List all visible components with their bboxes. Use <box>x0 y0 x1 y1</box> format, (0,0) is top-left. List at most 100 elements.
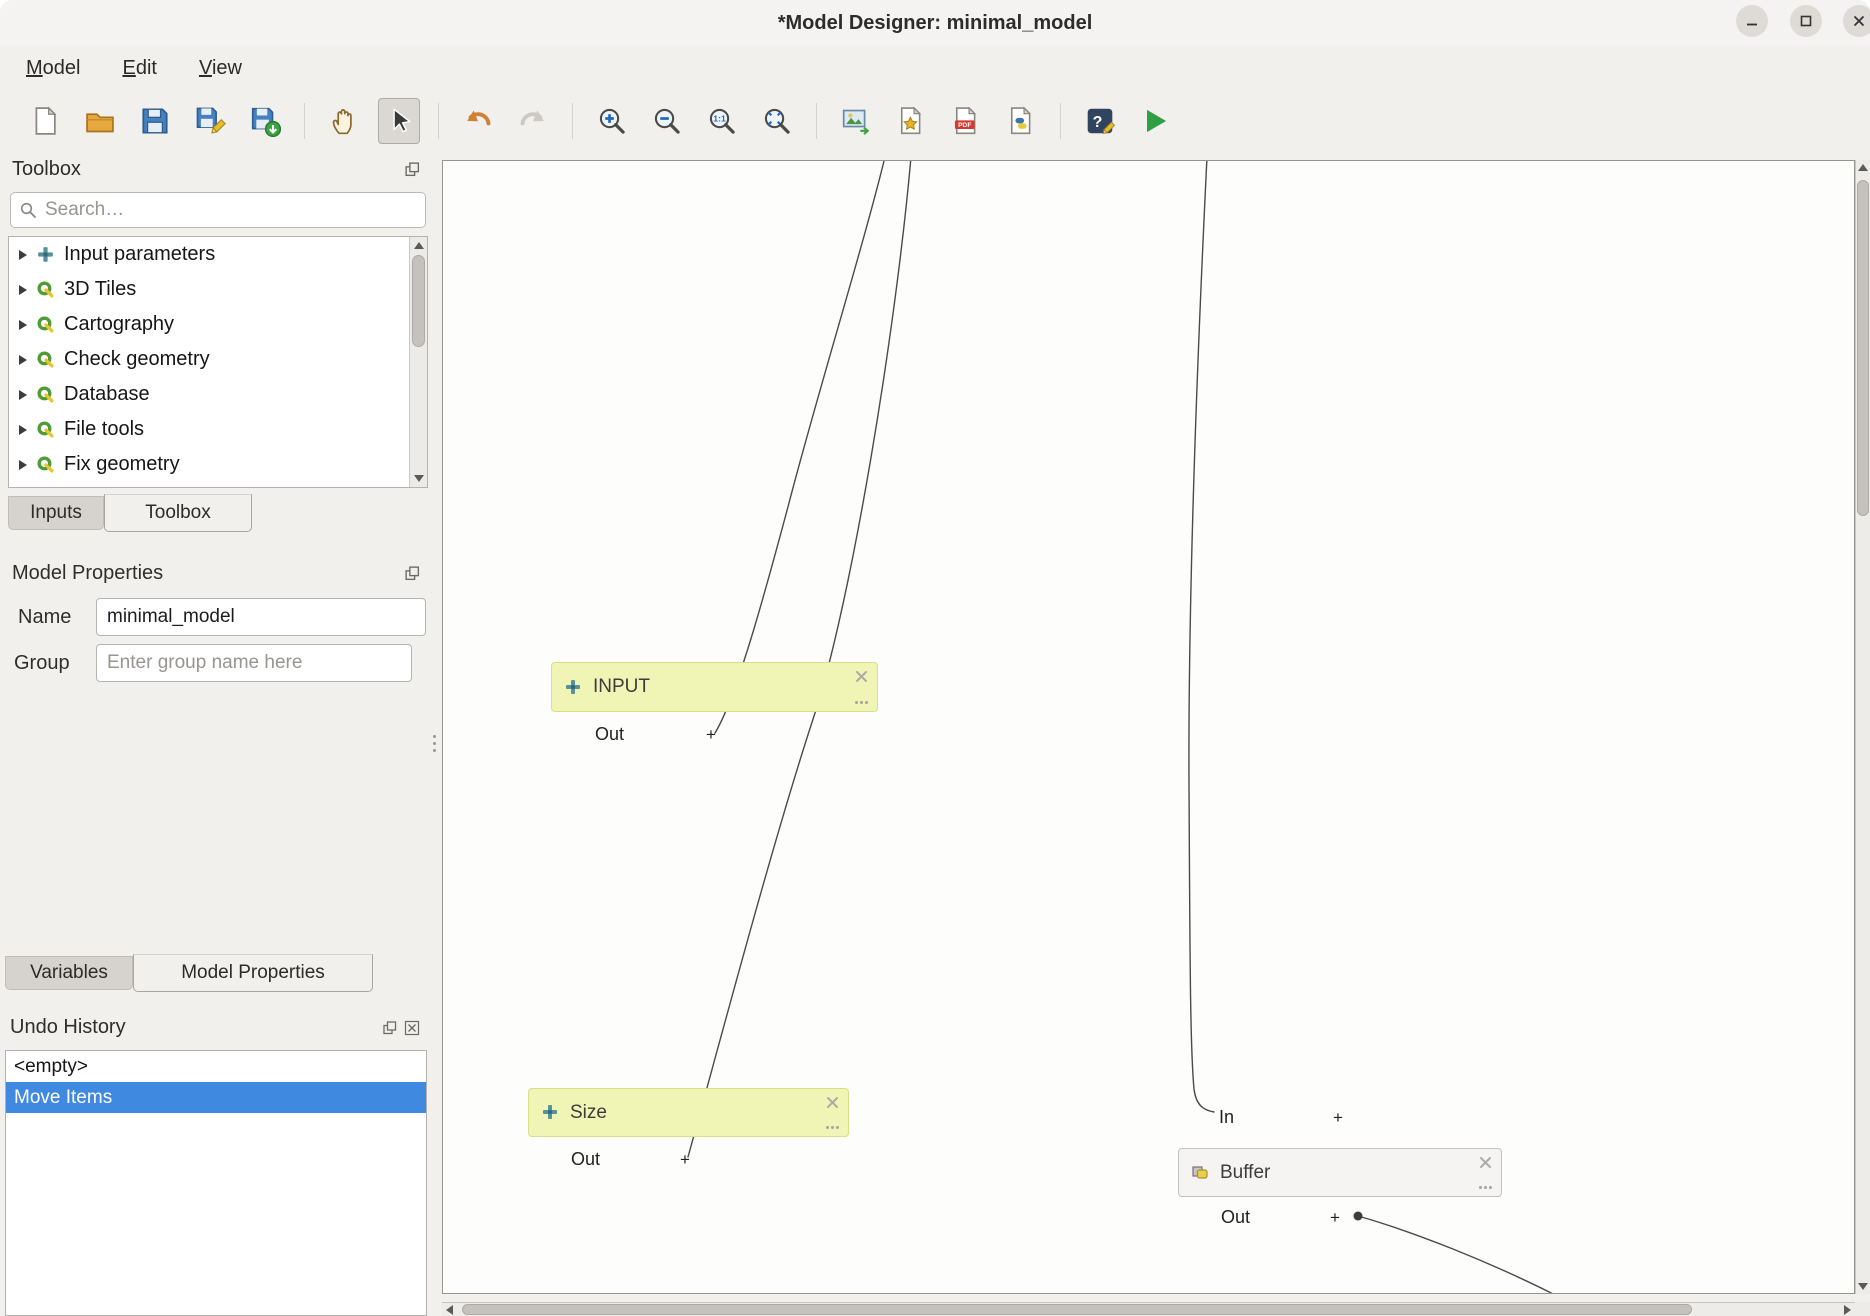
pan-tool-button[interactable] <box>323 98 365 144</box>
open-model-button[interactable] <box>79 98 121 144</box>
toolbar: 1:1 PDF ? <box>0 90 1870 152</box>
export-as-pdf-icon: PDF <box>950 105 982 137</box>
float-panel-icon[interactable] <box>404 161 421 178</box>
port-connector[interactable]: + <box>1333 1109 1343 1126</box>
scroll-down-icon[interactable] <box>1858 1283 1868 1290</box>
model-group-field[interactable] <box>96 644 412 682</box>
scroll-up-icon[interactable] <box>414 242 424 249</box>
qgis-provider-icon <box>36 385 55 404</box>
node-collapse-icon[interactable] <box>826 1096 839 1114</box>
expander-icon[interactable] <box>19 425 27 435</box>
toolbox-group-file-tools[interactable]: File tools <box>9 412 427 447</box>
node-options-icon[interactable] <box>855 701 868 704</box>
toolbox-group-3d-tiles[interactable]: 3D Tiles <box>9 272 427 307</box>
scroll-left-icon[interactable] <box>446 1305 453 1315</box>
zoom-full-button[interactable] <box>756 98 798 144</box>
buffer-algorithm-icon <box>1191 1163 1210 1182</box>
export-as-python-button[interactable] <box>1000 98 1042 144</box>
save-model-button[interactable] <box>134 98 176 144</box>
expander-icon[interactable] <box>19 250 27 260</box>
zoom-in-button[interactable] <box>591 98 633 144</box>
expander-icon[interactable] <box>19 390 27 400</box>
export-as-svg-button[interactable] <box>890 98 932 144</box>
zoom-actual-size-button[interactable]: 1:1 <box>701 98 743 144</box>
node-options-icon[interactable] <box>826 1126 839 1129</box>
maximize-button[interactable] <box>1790 5 1822 37</box>
close-panel-icon[interactable] <box>404 1020 421 1037</box>
zoom-full-icon <box>761 105 793 137</box>
output-socket-dot[interactable] <box>1354 1212 1363 1221</box>
model-canvas[interactable]: INPUT Out + Size Out + In + Buffer Out + <box>442 160 1855 1294</box>
save-model-as-button[interactable] <box>189 98 231 144</box>
tab-toolbox[interactable]: Toolbox <box>104 494 252 532</box>
port-label-out: Out <box>1221 1207 1250 1228</box>
zoom-out-button[interactable] <box>646 98 688 144</box>
svg-text:1:1: 1:1 <box>713 114 726 124</box>
menu-model[interactable]: Model <box>18 53 88 84</box>
port-connector[interactable]: + <box>1330 1209 1340 1226</box>
tab-model-properties[interactable]: Model Properties <box>133 954 373 992</box>
select-move-item-tool-button[interactable] <box>378 98 420 144</box>
menu-edit[interactable]: Edit <box>114 53 164 84</box>
model-node-size[interactable]: Size <box>528 1088 849 1137</box>
tree-scrollbar[interactable] <box>409 237 427 487</box>
undo-history-item[interactable]: <empty> <box>6 1051 426 1082</box>
name-label: Name <box>18 606 71 629</box>
toolbar-separator <box>304 103 305 139</box>
model-node-input[interactable]: INPUT <box>551 662 878 712</box>
expander-icon[interactable] <box>19 285 27 295</box>
zoom-out-icon <box>651 105 683 137</box>
undo-history-item-selected[interactable]: Move Items <box>6 1082 426 1113</box>
toolbox-group-input-parameters[interactable]: Input parameters <box>9 237 427 272</box>
model-name-field[interactable] <box>96 598 426 636</box>
undo-button[interactable] <box>457 98 499 144</box>
scroll-down-icon[interactable] <box>414 475 424 482</box>
canvas-horizontal-scrollbar[interactable] <box>442 1302 1855 1316</box>
vertical-scrollbar-thumb[interactable] <box>1857 180 1869 516</box>
search-input[interactable] <box>43 198 417 222</box>
run-model-button[interactable] <box>1134 98 1176 144</box>
expander-icon[interactable] <box>19 355 27 365</box>
export-as-pdf-button[interactable]: PDF <box>945 98 987 144</box>
minimize-button[interactable] <box>1736 5 1768 37</box>
toolbox-search[interactable] <box>10 192 426 228</box>
canvas-vertical-scrollbar[interactable] <box>1855 160 1870 1294</box>
edit-model-help-button[interactable]: ? <box>1079 98 1121 144</box>
minimize-icon <box>1745 14 1759 28</box>
float-panel-icon[interactable] <box>382 1020 399 1037</box>
tab-inputs[interactable]: Inputs <box>8 496 104 530</box>
panel-splitter-handle[interactable] <box>433 735 437 752</box>
toolbox-group-label: Input parameters <box>64 243 215 266</box>
node-collapse-icon[interactable] <box>1479 1156 1492 1174</box>
title-bar[interactable]: *Model Designer: minimal_model <box>0 0 1870 46</box>
node-options-icon[interactable] <box>1479 1186 1492 1189</box>
expander-icon[interactable] <box>19 320 27 330</box>
model-node-buffer[interactable]: Buffer <box>1178 1148 1502 1197</box>
tree-scrollbar-thumb[interactable] <box>412 255 425 347</box>
export-as-image-button[interactable] <box>835 98 877 144</box>
port-connector[interactable]: + <box>680 1151 690 1168</box>
toolbox-group-database[interactable]: Database <box>9 377 427 412</box>
node-collapse-icon[interactable] <box>855 670 868 688</box>
menu-view[interactable]: View <box>191 53 250 84</box>
horizontal-scrollbar-thumb[interactable] <box>462 1304 1692 1315</box>
scroll-up-icon[interactable] <box>1858 164 1868 171</box>
toolbox-group-cartography[interactable]: Cartography <box>9 307 427 342</box>
new-model-button[interactable] <box>24 98 66 144</box>
toolbox-group-label: Check geometry <box>64 348 210 371</box>
close-icon <box>1852 14 1866 28</box>
undo-history-list: <empty> Move Items <box>5 1050 427 1316</box>
toolbox-group-fix-geometry[interactable]: Fix geometry <box>9 447 427 482</box>
close-button[interactable] <box>1843 5 1870 37</box>
left-dock-panel: Toolbox Input parameters 3D Tiles Carto <box>0 152 436 1316</box>
expander-icon[interactable] <box>19 460 27 470</box>
qgis-provider-icon <box>36 455 55 474</box>
port-connector[interactable]: + <box>706 726 716 743</box>
toolbox-group-check-geometry[interactable]: Check geometry <box>9 342 427 377</box>
float-panel-icon[interactable] <box>404 565 421 582</box>
zoom-actual-size-icon: 1:1 <box>706 105 738 137</box>
redo-button[interactable] <box>512 98 554 144</box>
scroll-right-icon[interactable] <box>1844 1305 1851 1315</box>
tab-variables[interactable]: Variables <box>5 956 133 990</box>
save-model-in-project-button[interactable] <box>244 98 286 144</box>
